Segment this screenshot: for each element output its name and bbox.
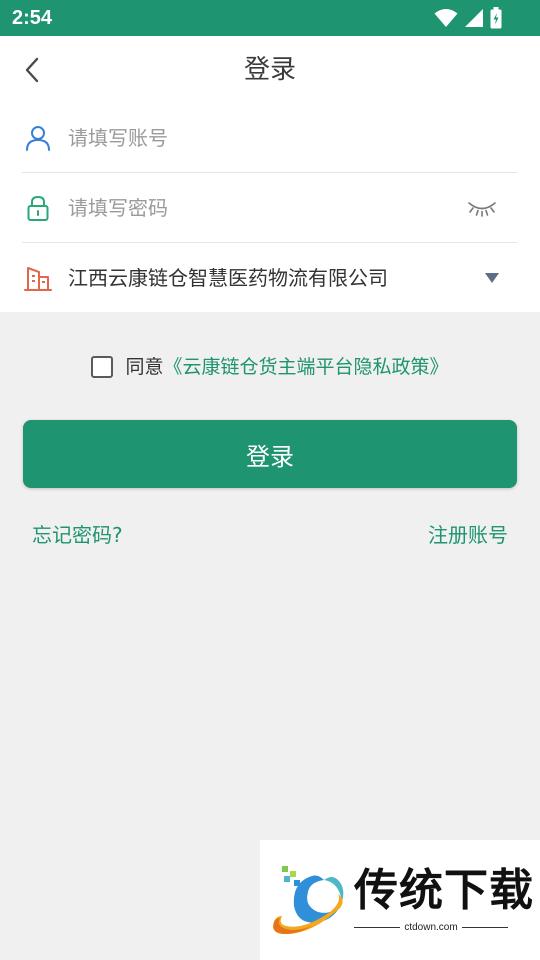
wifi-icon — [434, 9, 458, 27]
password-visibility-toggle[interactable] — [465, 192, 499, 224]
company-row: 江西云康链仓智慧医药物流有限公司 — [22, 244, 517, 312]
status-icons — [434, 6, 502, 30]
watermark-url: ctdown.com — [404, 922, 458, 933]
password-input[interactable] — [68, 190, 458, 226]
divider — [22, 172, 517, 173]
login-button[interactable]: 登录 — [23, 420, 517, 488]
app-header: 登录 — [0, 36, 540, 104]
company-value: 江西云康链仓智慧医药物流有限公司 — [68, 266, 388, 290]
watermark-title: 传统下载 — [354, 865, 534, 916]
company-select[interactable]: 江西云康链仓智慧医药物流有限公司 — [68, 262, 508, 294]
watermark-line — [354, 927, 401, 928]
status-time: 2:54 — [12, 7, 53, 29]
divider — [22, 242, 517, 243]
agreement-prefix: 同意 — [125, 356, 164, 378]
agreement-checkbox[interactable] — [91, 356, 114, 378]
account-input[interactable] — [68, 120, 458, 156]
register-link[interactable]: 注册账号 — [428, 520, 508, 550]
forgot-password-link[interactable]: 忘记密码? — [32, 520, 123, 550]
status-bar: 2:54 — [0, 0, 540, 36]
lock-icon — [24, 194, 52, 222]
privacy-policy-link[interactable]: 《云康链仓货主端平台隐私政策》 — [164, 352, 449, 382]
watermark-logo-icon — [273, 866, 344, 934]
watermark-line — [461, 927, 509, 928]
login-form: 江西云康链仓智慧医药物流有限公司 — [0, 104, 540, 312]
agreement-row: 同意 《云康链仓货主端平台隐私政策》 — [0, 350, 540, 384]
battery-icon — [490, 7, 502, 29]
login-screen: 2:54 登录 请填写账号 江西云康链仓智慧医药物流有限公司 同意 《云康链仓货… — [0, 0, 540, 960]
password-row — [22, 174, 517, 242]
watermark: 传统下载 ctdown.com — [260, 840, 540, 960]
signal-icon — [465, 9, 483, 27]
account-row — [22, 104, 517, 172]
user-icon — [24, 124, 52, 152]
page-title: 登录 — [243, 55, 296, 85]
watermark-url-row: ctdown.com — [354, 922, 509, 933]
eye-closed-icon — [468, 202, 496, 217]
building-icon — [24, 264, 52, 292]
caret-down-icon — [485, 273, 499, 283]
